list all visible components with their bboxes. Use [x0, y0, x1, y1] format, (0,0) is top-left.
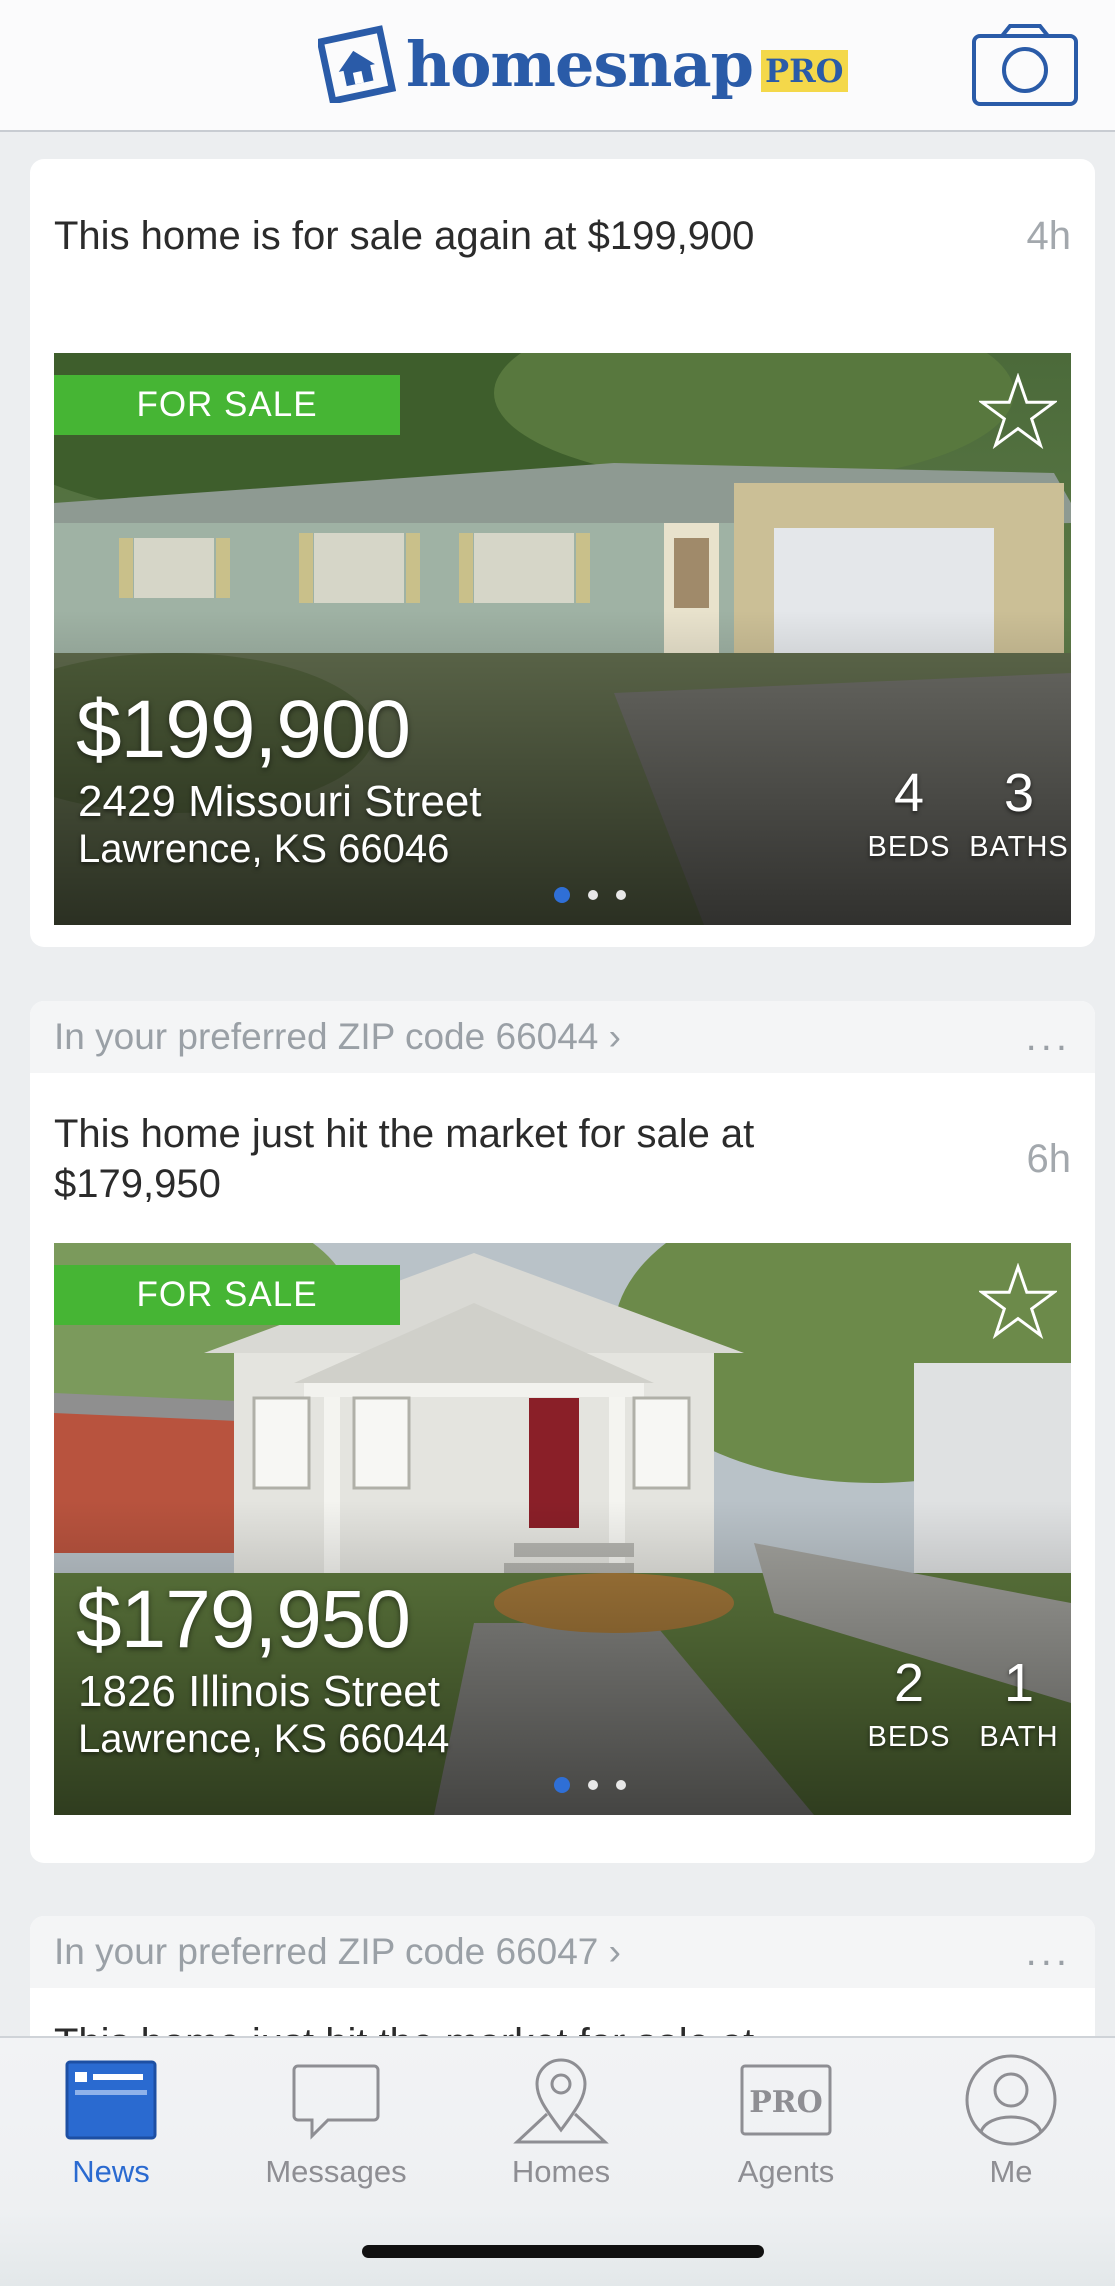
photo-pager[interactable]: [554, 887, 626, 903]
agents-pro-icon: PRO: [740, 2064, 832, 2136]
listing-price: $199,900: [76, 684, 411, 775]
profile-icon: [965, 2054, 1057, 2146]
baths-label: BATHS: [969, 831, 1069, 863]
photo-pager[interactable]: [554, 1777, 626, 1793]
news-icon: [65, 2060, 157, 2140]
listing-street: 1826 Illinois Street: [78, 1667, 440, 1716]
tab-me-label: Me: [989, 2154, 1033, 2189]
logo-pro-badge: PRO: [761, 50, 848, 92]
listing-city: Lawrence, KS 66046: [78, 827, 450, 871]
zip-context-link[interactable]: In your preferred ZIP code 66044 ›: [54, 1016, 621, 1058]
pager-dot[interactable]: [554, 1777, 570, 1793]
card-headline: This home just hit the market for sale a…: [54, 2018, 914, 2036]
for-sale-badge: FOR SALE: [54, 375, 400, 435]
feed-card[interactable]: In your preferred ZIP code 66044 › ... T…: [30, 1001, 1095, 1863]
more-options-icon[interactable]: ...: [1026, 1932, 1071, 1972]
pager-dot[interactable]: [588, 890, 598, 900]
card-headline: This home is for sale again at $199,900: [54, 214, 755, 258]
listing-city: Lawrence, KS 66044: [78, 1717, 450, 1761]
baths-count: 1: [1003, 1653, 1035, 1713]
feed-card[interactable]: This home is for sale again at $199,900 …: [30, 159, 1095, 947]
for-sale-badge: FOR SALE: [54, 1265, 400, 1325]
feed-card[interactable]: In your preferred ZIP code 66047 › ... T…: [30, 1916, 1095, 2036]
beds-label: BEDS: [867, 1721, 951, 1753]
homesnap-logo: homesnap PRO: [318, 22, 848, 106]
baths-stat: 1 BATH: [964, 1653, 1071, 1754]
tab-me[interactable]: Me: [921, 2052, 1101, 2190]
more-options-icon[interactable]: ...: [1026, 1017, 1071, 1057]
beds-stat: 4 BEDS: [854, 763, 964, 864]
favorite-star-icon[interactable]: [979, 373, 1057, 451]
news-feed[interactable]: This home is for sale again at $199,900 …: [0, 134, 1115, 2036]
logo-wordmark: homesnap: [406, 27, 754, 101]
beds-count: 4: [893, 763, 925, 823]
card-headline: This home just hit the market for sale a…: [54, 1112, 755, 1206]
house-logo-icon: [318, 25, 396, 103]
pager-dot[interactable]: [588, 1780, 598, 1790]
pager-dot[interactable]: [554, 887, 570, 903]
favorite-star-icon[interactable]: [979, 1263, 1057, 1341]
beds-count: 2: [893, 1653, 925, 1713]
listing-photo[interactable]: FOR SALE $199,900 2429 Missouri Street L…: [54, 353, 1071, 925]
tab-homes[interactable]: Homes: [471, 2052, 651, 2190]
zip-context-link[interactable]: In your preferred ZIP code 66047 ›: [54, 1931, 621, 1973]
card-timestamp: 6h: [1026, 1137, 1072, 1181]
listing-photo[interactable]: FOR SALE $179,950 1826 Illinois Street L…: [54, 1243, 1071, 1815]
tab-news[interactable]: News: [21, 2052, 201, 2190]
tab-news-label: News: [72, 2154, 150, 2189]
baths-count: 3: [1003, 763, 1035, 823]
svg-text:PRO: PRO: [749, 2085, 823, 2120]
card-context-bar[interactable]: In your preferred ZIP code 66044 › ...: [30, 1001, 1095, 1073]
tab-messages[interactable]: Messages: [246, 2052, 426, 2190]
baths-stat: 3 BATHS: [964, 763, 1071, 864]
listing-street: 2429 Missouri Street: [78, 777, 482, 826]
listing-price: $179,950: [76, 1574, 411, 1665]
card-context-bar[interactable]: In your preferred ZIP code 66047 › ...: [30, 1916, 1095, 1988]
home-indicator[interactable]: [362, 2245, 764, 2258]
pager-dot[interactable]: [616, 890, 626, 900]
app-header: homesnap PRO: [0, 0, 1115, 132]
tab-agents[interactable]: PRO Agents: [696, 2052, 876, 2190]
homes-pin-icon: [513, 2058, 609, 2144]
tab-agents-label: Agents: [737, 2154, 835, 2189]
beds-label: BEDS: [867, 831, 951, 863]
camera-icon[interactable]: [970, 22, 1080, 108]
tab-messages-label: Messages: [265, 2154, 407, 2189]
pager-dot[interactable]: [616, 1780, 626, 1790]
baths-label: BATH: [979, 1721, 1059, 1753]
messages-icon: [292, 2064, 380, 2140]
beds-stat: 2 BEDS: [854, 1653, 964, 1754]
tab-homes-label: Homes: [511, 2154, 611, 2189]
card-timestamp: 4h: [1026, 214, 1072, 258]
